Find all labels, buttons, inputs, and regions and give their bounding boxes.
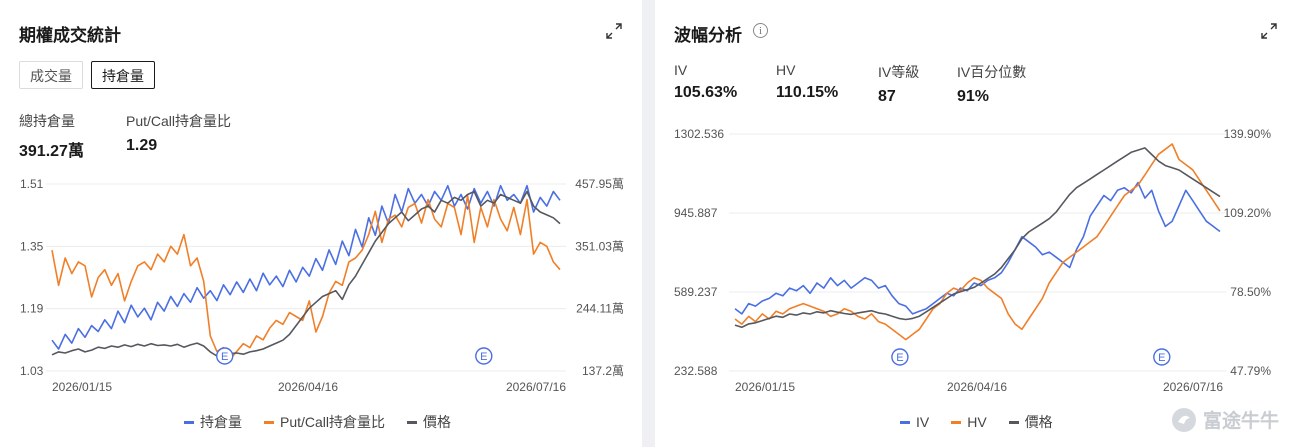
legend-swatch: [264, 420, 274, 424]
y-right-tick-label: 47.79%: [1230, 364, 1271, 378]
y-left-tick-label: 1.35: [20, 239, 44, 253]
x-tick-label: 2026/04/16: [278, 380, 338, 394]
x-tick-label: 2026/01/15: [735, 380, 795, 394]
event-marker-label: E: [480, 351, 487, 363]
legend-swatch: [184, 420, 194, 424]
legend-swatch: [900, 420, 910, 424]
event-marker-label: E: [896, 352, 903, 364]
y-left-tick-label: 945.887: [674, 206, 718, 220]
watermark: 富途牛牛: [1171, 406, 1279, 433]
chart-legend: 持倉量 Put/Call持倉量比 價格: [184, 412, 451, 432]
y-right-tick-label: 78.50%: [1230, 285, 1271, 299]
y-left-tick-label: 1.03: [20, 364, 44, 378]
series-line: [734, 147, 1221, 329]
series-line: [51, 194, 561, 361]
y-right-tick-label: 351.03萬: [575, 239, 624, 253]
legend-label: 價格: [423, 414, 452, 430]
legend-item-iv[interactable]: IV: [900, 412, 929, 432]
y-right-tick-label: 137.2萬: [582, 364, 624, 378]
legend-label: 價格: [1024, 414, 1053, 430]
futu-logo-icon: [1171, 407, 1196, 432]
y-left-tick-label: 1302.536: [674, 127, 724, 141]
event-marker-label: E: [221, 351, 228, 363]
legend-item-oi[interactable]: 持倉量: [184, 412, 242, 432]
x-tick-label: 2026/07/16: [506, 380, 566, 394]
y-right-tick-label: 244.11萬: [576, 302, 624, 316]
legend-label: HV: [967, 414, 987, 430]
y-left-tick-label: 589.237: [674, 285, 718, 299]
legend-label: 持倉量: [200, 414, 242, 430]
legend-label: Put/Call持倉量比: [280, 414, 386, 430]
y-right-tick-label: 139.90%: [1224, 127, 1272, 141]
legend-item-price[interactable]: 價格: [407, 412, 451, 432]
volatility-panel: 波幅分析 i IV 105.63% HV 110.15% IV等級 87 IV百…: [655, 0, 1295, 447]
y-left-tick-label: 232.588: [674, 364, 718, 378]
legend-item-pcr[interactable]: Put/Call持倉量比: [264, 412, 385, 432]
event-marker-label: E: [1158, 352, 1165, 364]
y-right-tick-label: 109.20%: [1224, 206, 1272, 220]
watermark-text: 富途牛牛: [1202, 411, 1279, 432]
volatility-chart: 1302.536 139.90% 945.887 109.20% 589.237 78.5…: [674, 127, 1272, 394]
legend-item-hv[interactable]: HV: [951, 412, 987, 432]
x-tick-label: 2026/04/16: [947, 380, 1007, 394]
legend-swatch: [1008, 420, 1019, 424]
legend-swatch: [951, 420, 962, 424]
open-interest-chart: 1.51 457.95萬 1.35 351.03萬 1.19 244.11萬 1.03 137…: [20, 177, 624, 394]
series-line: [734, 143, 1221, 341]
legend-item-price[interactable]: 價格: [1008, 412, 1053, 432]
legend-swatch: [407, 420, 418, 424]
legend-label: IV: [916, 414, 930, 430]
y-left-tick-label: 1.51: [20, 177, 44, 191]
chart-legend: IV HV 價格: [900, 412, 1053, 432]
y-right-tick-label: 457.95萬: [575, 177, 624, 191]
series-line: [51, 184, 561, 350]
y-left-tick-label: 1.19: [20, 302, 44, 316]
options-stats-panel: 期權成交統計 成交量 持倉量 總持倉量 391.27萬 Put/Call持倉量比…: [0, 0, 642, 447]
x-tick-label: 2026/07/16: [1163, 380, 1223, 394]
series-line: [734, 181, 1221, 315]
x-tick-label: 2026/01/15: [52, 380, 112, 394]
